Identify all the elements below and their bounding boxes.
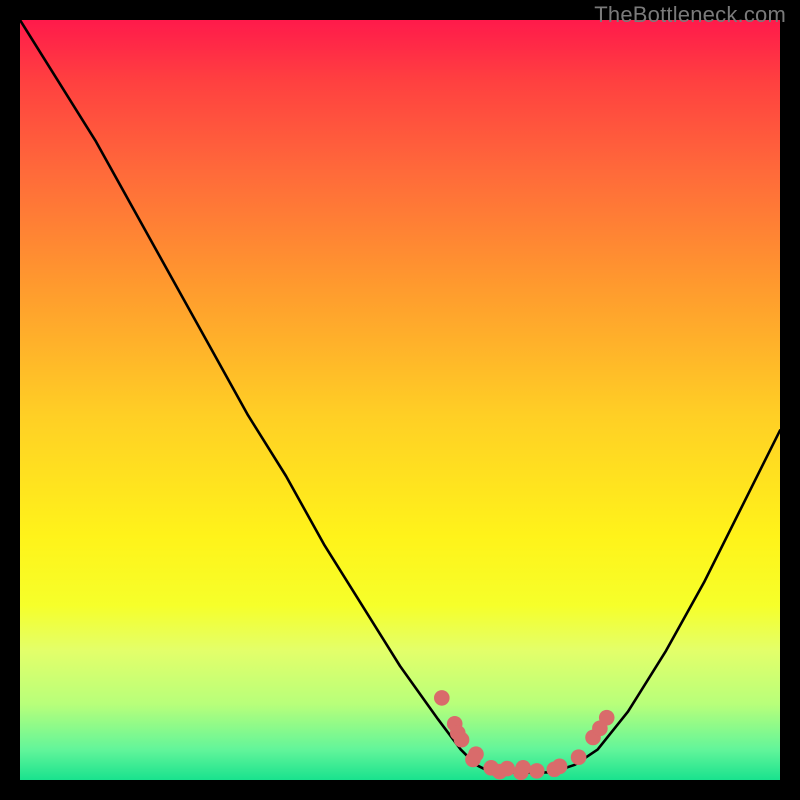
marker-dot xyxy=(499,761,515,777)
marker-dots xyxy=(434,690,615,780)
bottleneck-curve xyxy=(20,20,780,772)
plot-area xyxy=(20,20,780,780)
marker-dot xyxy=(515,760,531,776)
watermark-text: TheBottleneck.com xyxy=(594,2,786,28)
marker-dot xyxy=(434,690,450,706)
chart-svg xyxy=(20,20,780,780)
marker-dot xyxy=(571,749,587,765)
chart-stage: TheBottleneck.com xyxy=(0,0,800,800)
marker-dot xyxy=(454,732,470,748)
marker-dot xyxy=(599,710,615,726)
marker-dot xyxy=(552,759,568,775)
marker-dot xyxy=(529,763,545,779)
marker-dot xyxy=(468,746,484,762)
